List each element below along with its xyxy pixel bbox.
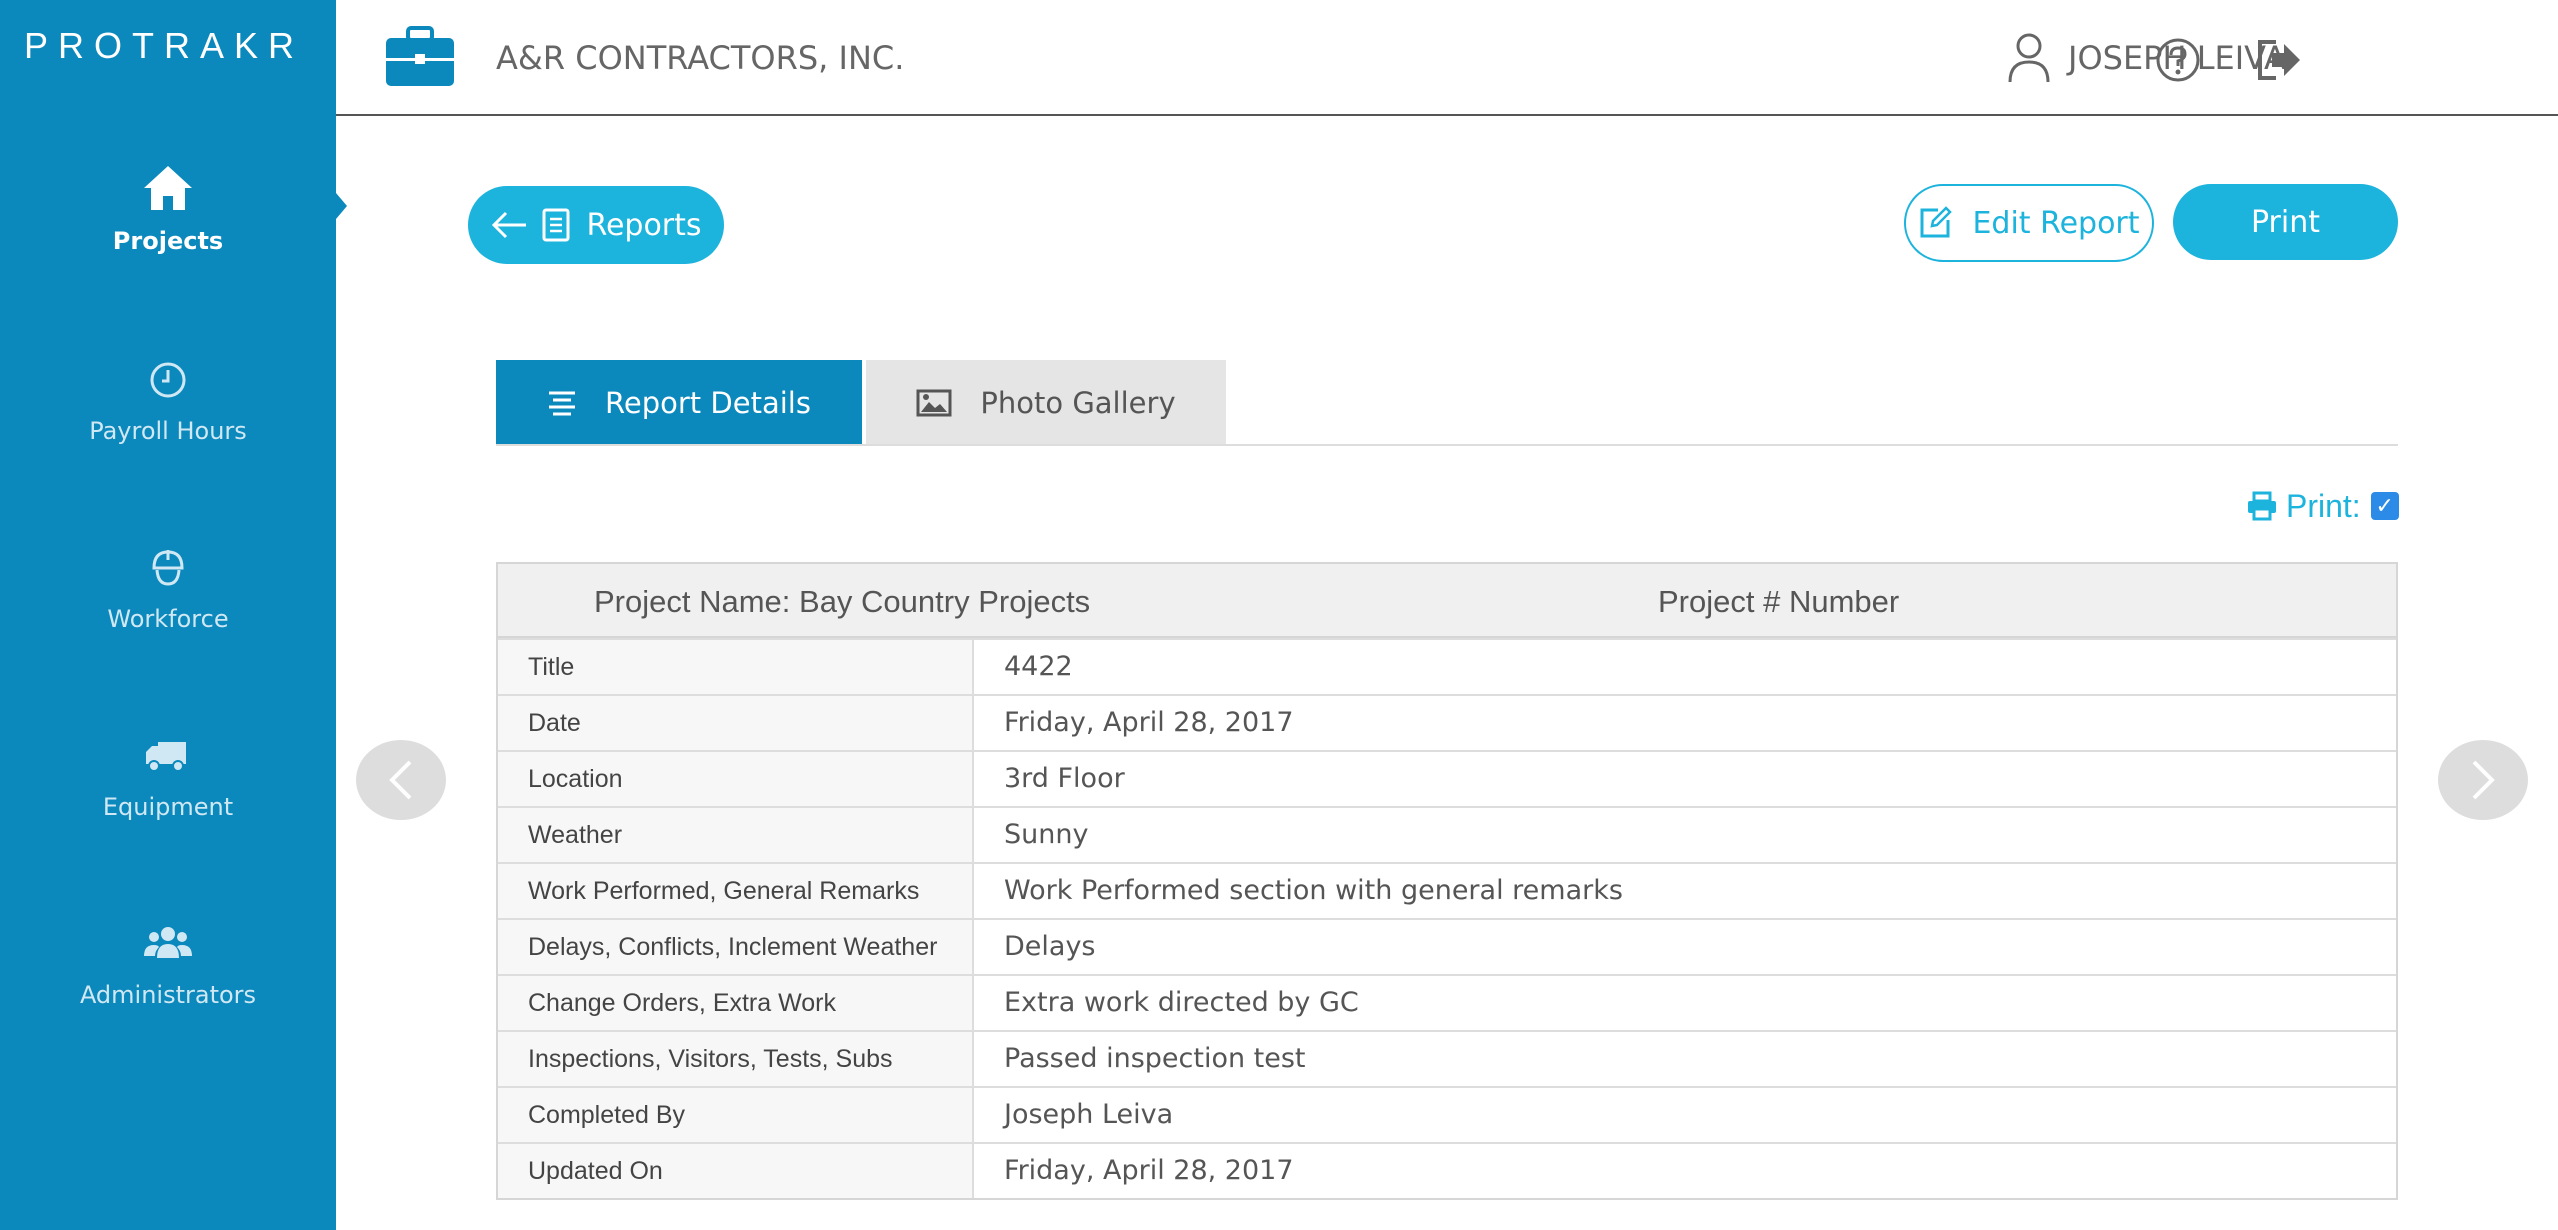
- document-icon: [542, 208, 570, 242]
- report-header: Project Name: Bay Country Projects Proje…: [498, 564, 2396, 638]
- table-row: Change Orders, Extra Work Extra work dir…: [498, 974, 2396, 1030]
- chevron-left-icon: [389, 760, 412, 800]
- active-nav-pointer: [336, 193, 347, 219]
- row-value: Friday, April 28, 2017: [1004, 707, 1294, 738]
- arrow-left-icon: [492, 211, 527, 239]
- row-label: Weather: [498, 808, 974, 862]
- sidebar-item-workforce[interactable]: Workforce: [0, 538, 336, 668]
- project-name: Project Name: Bay Country Projects: [594, 584, 1091, 619]
- table-row: Location 3rd Floor: [498, 750, 2396, 806]
- image-icon: [916, 389, 952, 417]
- sidebar-item-label: Administrators: [79, 981, 257, 1009]
- tabs-divider: [496, 444, 2398, 446]
- edit-icon: [1920, 206, 1953, 238]
- tab-label: Report Details: [605, 386, 811, 420]
- tab-label: Photo Gallery: [980, 386, 1176, 420]
- tab-report-details[interactable]: Report Details: [496, 360, 862, 446]
- table-row: Work Performed, General Remarks Work Per…: [498, 862, 2396, 918]
- app-logo[interactable]: PROTRAKR: [24, 24, 314, 68]
- next-report-button[interactable]: [2438, 740, 2528, 820]
- logout-icon[interactable]: [2254, 36, 2304, 84]
- sidebar-item-equipment[interactable]: Equipment: [0, 726, 336, 856]
- row-value: Sunny: [1004, 819, 1089, 850]
- back-to-reports-button[interactable]: Reports: [468, 186, 724, 264]
- row-label: Updated On: [498, 1144, 974, 1198]
- sidebar-item-label: Equipment: [102, 793, 234, 821]
- row-value: Delays: [1004, 931, 1096, 962]
- report-details-table: Project Name: Bay Country Projects Proje…: [496, 562, 2398, 1200]
- row-value: Extra work directed by GC: [1004, 987, 1359, 1018]
- row-label: Work Performed, General Remarks: [498, 864, 974, 918]
- row-label: Title: [498, 640, 974, 694]
- table-row: Updated On Friday, April 28, 2017: [498, 1142, 2396, 1198]
- previous-report-button[interactable]: [356, 740, 446, 820]
- sidebar-item-projects[interactable]: Projects: [0, 160, 336, 290]
- project-number: Project # Number: [1658, 584, 1900, 619]
- row-label: Inspections, Visitors, Tests, Subs: [498, 1032, 974, 1086]
- header: A&R CONTRACTORS, INC. JOSEPH LEIVA: [336, 0, 2558, 116]
- table-row: Delays, Conflicts, Inclement Weather Del…: [498, 918, 2396, 974]
- row-label: Completed By: [498, 1088, 974, 1142]
- user-icon: [2008, 33, 2050, 83]
- back-button-label: Reports: [586, 207, 702, 243]
- print-checkbox[interactable]: ✓: [2370, 492, 2399, 520]
- printer-icon: [2248, 491, 2276, 521]
- row-value: 3rd Floor: [1004, 763, 1125, 794]
- row-value: Friday, April 28, 2017: [1004, 1155, 1294, 1186]
- sidebar: PROTRAKR Projects Payroll Hours Workforc…: [0, 0, 336, 1230]
- clock-icon: [150, 362, 186, 398]
- row-value: Work Performed section with general rema…: [1004, 875, 1623, 906]
- table-row: Completed By Joseph Leiva: [498, 1086, 2396, 1142]
- truck-icon: [146, 742, 186, 772]
- briefcase-icon: [386, 26, 454, 86]
- edit-report-button[interactable]: Edit Report: [1904, 184, 2154, 262]
- tab-photo-gallery[interactable]: Photo Gallery: [866, 360, 1226, 446]
- sidebar-item-label: Projects: [112, 227, 224, 255]
- sidebar-item-payroll-hours[interactable]: Payroll Hours: [0, 350, 336, 480]
- company-name: A&R CONTRACTORS, INC.: [496, 39, 905, 77]
- help-icon[interactable]: [2154, 36, 2202, 84]
- print-button-label: Print: [2250, 204, 2320, 240]
- row-label: Date: [498, 696, 974, 750]
- user-menu[interactable]: JOSEPH LEIVA: [2004, 30, 2286, 86]
- list-icon: [549, 391, 576, 416]
- row-label: Change Orders, Extra Work: [498, 976, 974, 1030]
- table-row: Weather Sunny: [498, 806, 2396, 862]
- print-button[interactable]: Print: [2173, 184, 2398, 260]
- users-icon: [144, 927, 192, 958]
- row-label: Location: [498, 752, 974, 806]
- row-value: Passed inspection test: [1004, 1043, 1306, 1074]
- edit-report-label: Edit Report: [1972, 205, 2140, 241]
- table-row: Title 4422: [498, 638, 2396, 694]
- home-icon: [144, 166, 192, 210]
- table-row: Inspections, Visitors, Tests, Subs Passe…: [498, 1030, 2396, 1086]
- sidebar-item-administrators[interactable]: Administrators: [0, 914, 336, 1044]
- print-toggle-label: Print:: [2286, 487, 2361, 524]
- row-value: Joseph Leiva: [1004, 1099, 1174, 1130]
- worker-icon: [152, 550, 184, 586]
- chevron-right-icon: [2472, 760, 2495, 800]
- sidebar-item-label: Workforce: [107, 605, 229, 633]
- sidebar-item-label: Payroll Hours: [89, 417, 247, 445]
- table-row: Date Friday, April 28, 2017: [498, 694, 2396, 750]
- row-value: 4422: [1004, 651, 1073, 682]
- print-toggle[interactable]: Print: ✓: [2246, 486, 2399, 526]
- row-label: Delays, Conflicts, Inclement Weather: [498, 920, 974, 974]
